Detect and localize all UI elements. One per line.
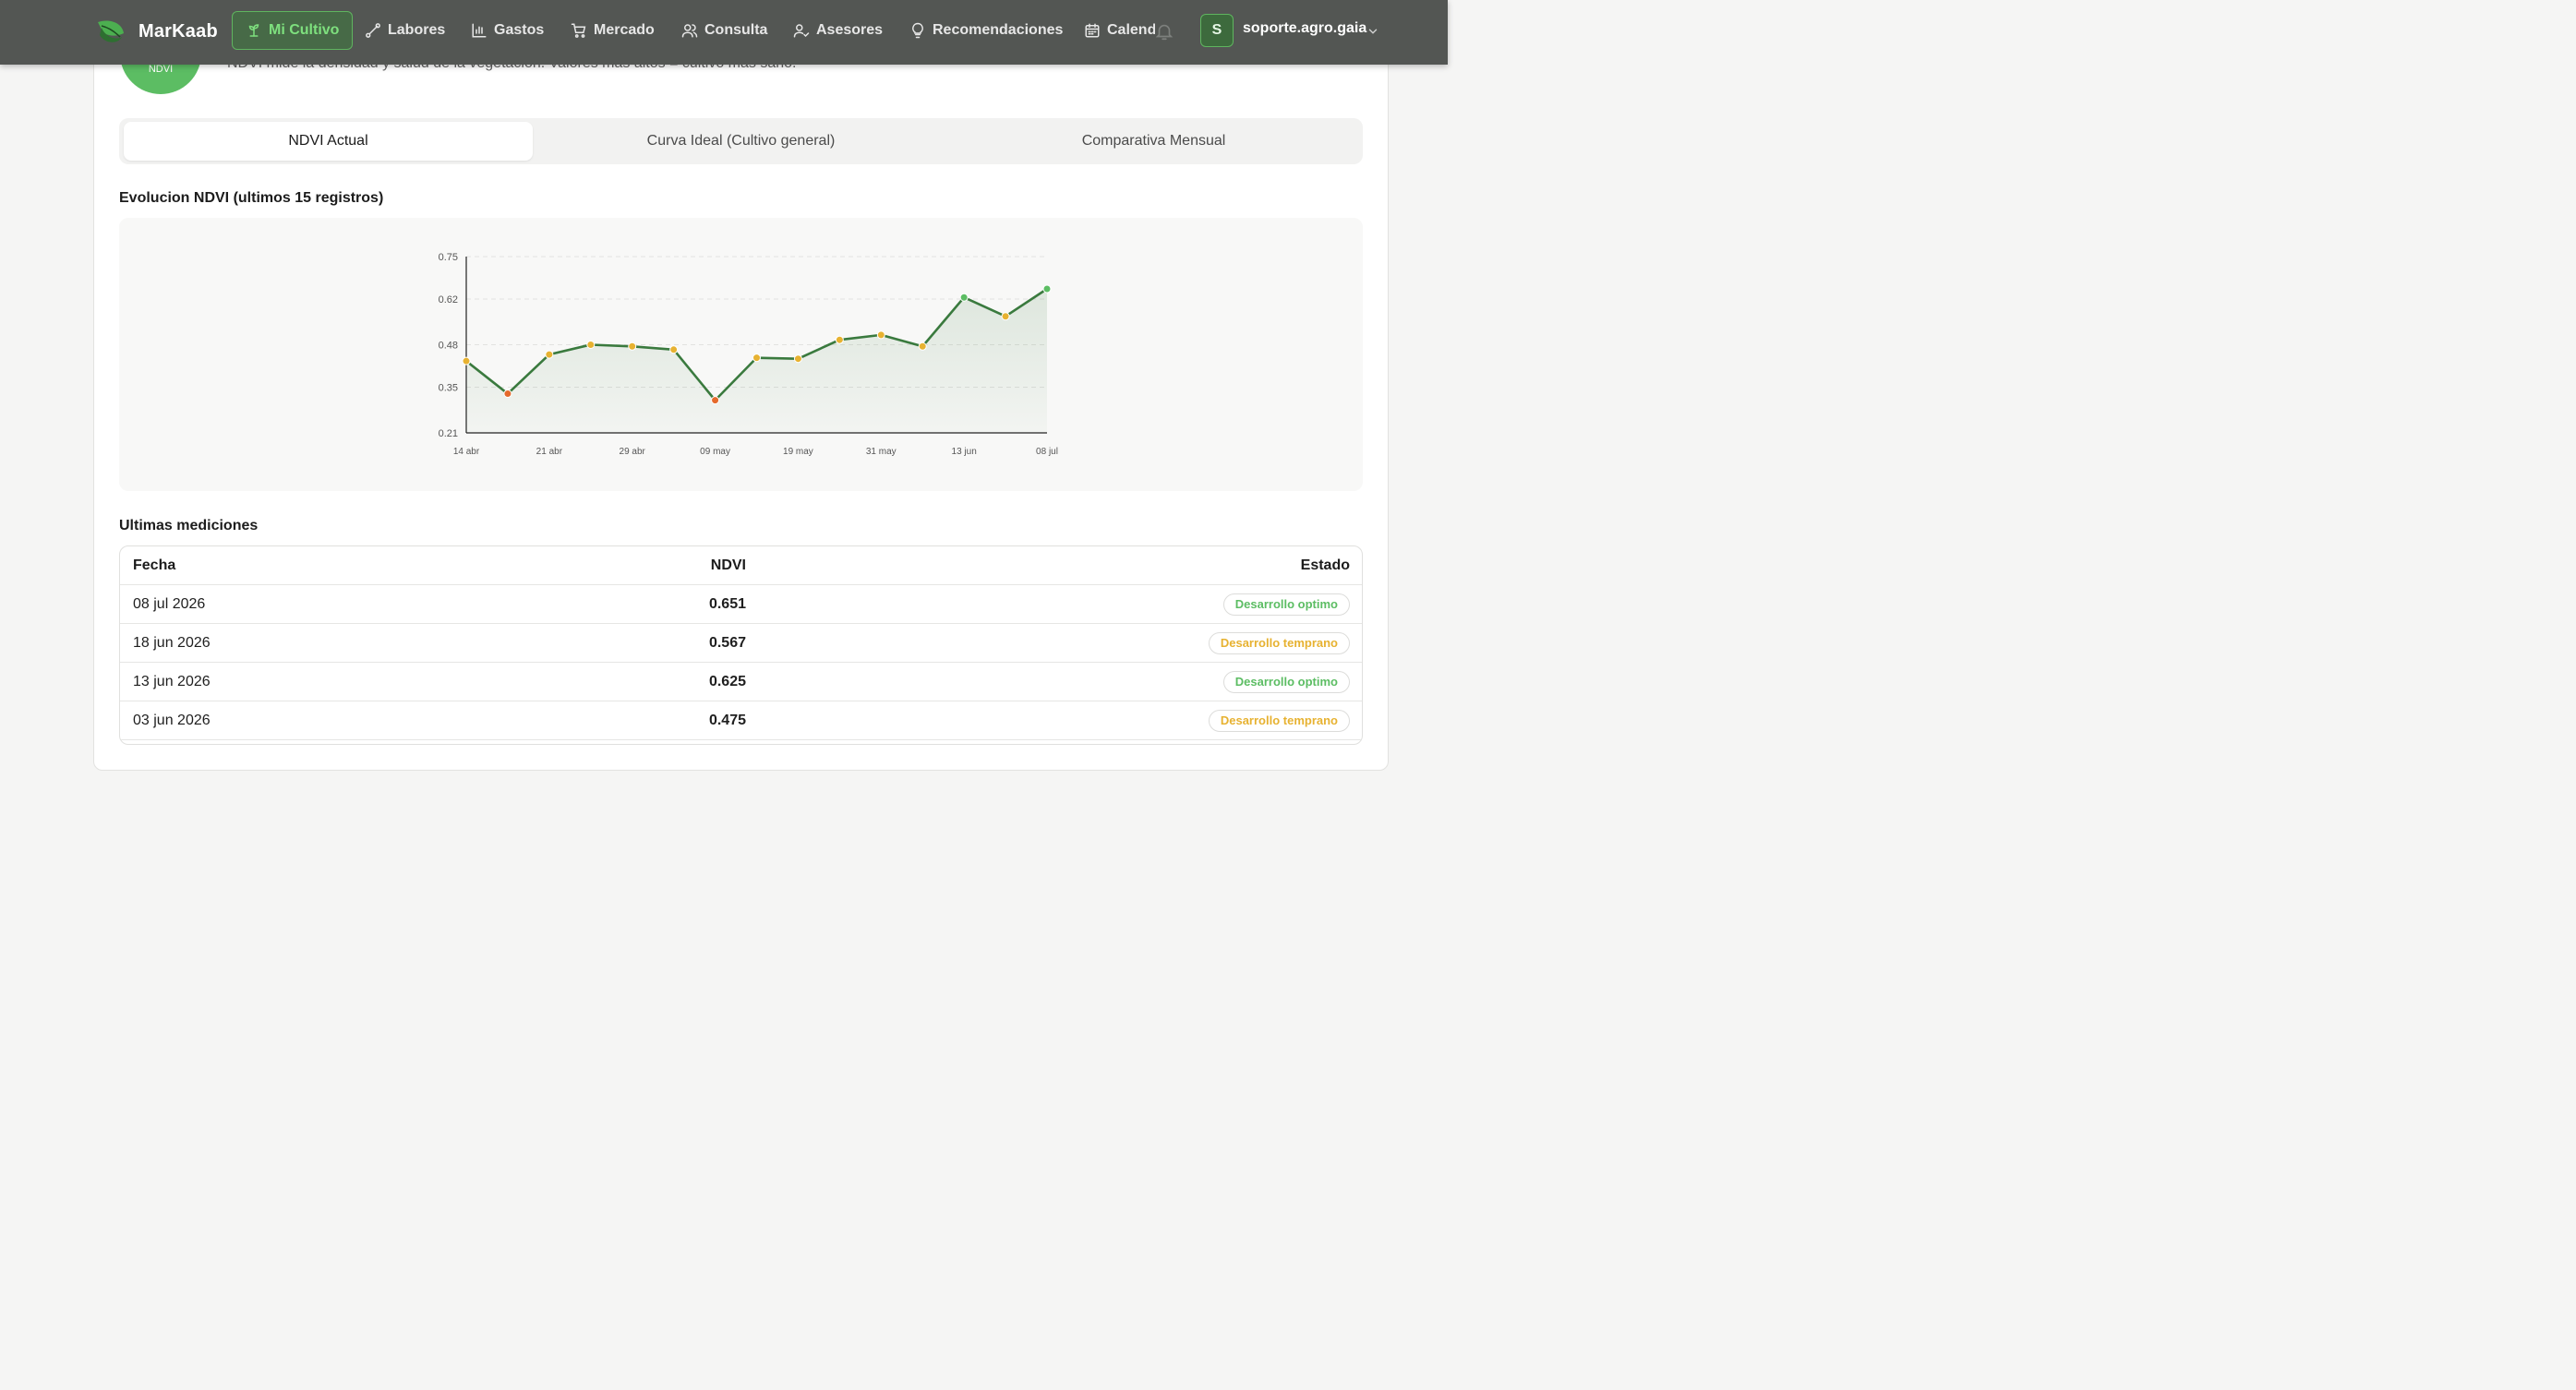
tab-comparativa-mensual[interactable]: Comparativa Mensual [949, 122, 1358, 161]
row-ndvi: 0.475 [708, 712, 746, 728]
data-point [628, 342, 637, 351]
y-tick-label: 0.75 [439, 252, 458, 263]
calendar-icon [1085, 23, 1100, 38]
tab-ndvi-actual[interactable]: NDVI Actual [124, 122, 533, 161]
brand-name: MarKaab [138, 20, 218, 42]
chevron-down-icon[interactable] [1366, 25, 1379, 38]
table-row: 08 jul 2026 0.651 Desarrollo optimo [120, 585, 1362, 624]
ndvi-tabs: NDVI Actual Curva Ideal (Cultivo general… [119, 118, 1363, 164]
nav-label: Gastos [494, 22, 545, 38]
nav-label: Consulta [704, 22, 768, 38]
nav-labores[interactable]: Labores [365, 11, 445, 50]
table-title: Ultimas mediciones [119, 518, 259, 533]
ndvi-line-chart: 0.75 0.62 0.48 0.35 0.21 14 abr 21 abr 29 abr 09… [439, 252, 1058, 457]
data-point [752, 353, 761, 363]
tool-icon [366, 23, 380, 38]
data-point [959, 293, 969, 302]
username[interactable]: soporte.agro.gaia [1243, 20, 1366, 37]
nav-label: Labores [388, 22, 446, 38]
data-point [462, 356, 471, 365]
header-estado: Estado [1300, 557, 1350, 573]
data-point [793, 354, 802, 364]
data-point [669, 345, 679, 354]
y-tick-label: 0.48 [439, 341, 458, 352]
row-date: 03 jun 2026 [133, 712, 211, 728]
status-badge: Desarrollo temprano [1208, 631, 1350, 654]
header-ndvi: NDVI [710, 557, 746, 573]
row-date: 08 jul 2026 [133, 595, 206, 612]
user-check-icon [793, 24, 810, 38]
table-header-row: Fecha NDVI Estado [120, 546, 1362, 585]
avatar[interactable]: S [1200, 14, 1234, 47]
table-row: 18 jun 2026 0.567 Desarrollo temprano [120, 624, 1362, 663]
x-tick-label: 31 may [866, 447, 897, 457]
cart-icon [571, 23, 586, 38]
y-tick-label: 0.35 [439, 382, 458, 393]
nav-asesores[interactable]: Asesores [793, 11, 883, 50]
nav-label: Asesores [816, 22, 884, 38]
nav-calendario[interactable]: Calendario [1084, 11, 1155, 50]
row-state: Desarrollo optimo [1222, 663, 1350, 701]
data-point [1042, 284, 1052, 294]
y-tick-label: 0.62 [439, 294, 458, 306]
data-point [545, 350, 554, 359]
table-row: 13 jun 2026 0.625 Desarrollo optimo [120, 663, 1362, 701]
ndvi-indicator-label: NDVI [148, 64, 174, 75]
header-fecha: Fecha [133, 557, 176, 573]
bell-icon[interactable] [1154, 20, 1174, 42]
y-tick-label: 0.21 [439, 428, 458, 439]
row-date: 18 jun 2026 [133, 634, 211, 651]
data-point [711, 396, 720, 405]
status-badge: Desarrollo optimo [1222, 670, 1350, 693]
nav-mercado[interactable]: Mercado [571, 11, 655, 50]
nav-gastos[interactable]: Gastos [471, 11, 544, 50]
users-icon [681, 24, 698, 38]
x-tick-label: 21 abr [536, 447, 563, 457]
data-point [876, 330, 885, 340]
status-badge: Desarrollo temprano [1208, 709, 1350, 732]
status-badge: Desarrollo optimo [1222, 593, 1350, 616]
nav-consulta[interactable]: Consulta [681, 11, 767, 50]
nav-recomendaciones[interactable]: Recomendaciones [909, 11, 1063, 50]
nav-label: Recomendaciones [933, 22, 1064, 38]
nav-mi-cultivo[interactable]: Mi Cultivo [232, 11, 354, 50]
bar-chart-icon [472, 23, 487, 38]
measurements-table: Fecha NDVI Estado 08 jul 2026 0.651 Desa… [119, 545, 1363, 745]
x-tick-label: 09 may [700, 447, 730, 457]
x-tick-label: 29 abr [620, 447, 646, 457]
row-state: Desarrollo optimo [1222, 585, 1350, 623]
data-point [918, 342, 927, 351]
row-state: Desarrollo temprano [1208, 624, 1350, 662]
row-ndvi: 0.567 [708, 634, 746, 651]
x-tick-label: 08 jul [1036, 447, 1058, 457]
ndvi-chart-panel: 0.75 0.62 0.48 0.35 0.21 14 abr 21 abr 29 abr 09… [119, 218, 1363, 491]
nav-label: Mi Cultivo [269, 22, 340, 38]
nav-label: Calendario [1107, 22, 1155, 38]
row-date: 13 jun 2026 [133, 673, 211, 689]
lightbulb-icon [912, 22, 923, 39]
data-point [835, 335, 844, 344]
row-ndvi: 0.651 [708, 595, 746, 612]
brand[interactable]: MarKaab [96, 15, 218, 48]
nav-label: Mercado [594, 22, 655, 38]
x-tick-label: 13 jun [952, 447, 977, 457]
data-point [586, 341, 596, 349]
top-navigation: MarKaab Mi Cultivo Labores Gastos Mercad… [0, 0, 1448, 65]
leaf-logo-icon [98, 20, 124, 42]
tab-curva-ideal[interactable]: Curva Ideal (Cultivo general) [536, 122, 945, 161]
row-ndvi: 0.625 [708, 673, 746, 689]
x-tick-label: 14 abr [453, 447, 480, 457]
sprout-icon [248, 24, 259, 37]
table-row: 03 jun 2026 0.475 Desarrollo temprano [120, 701, 1362, 740]
data-point [1001, 312, 1010, 321]
chart-title: Evolucion NDVI (ultimos 15 registros) [119, 190, 384, 206]
data-point [503, 389, 512, 399]
row-state: Desarrollo temprano [1208, 701, 1350, 739]
x-tick-label: 19 may [783, 447, 813, 457]
